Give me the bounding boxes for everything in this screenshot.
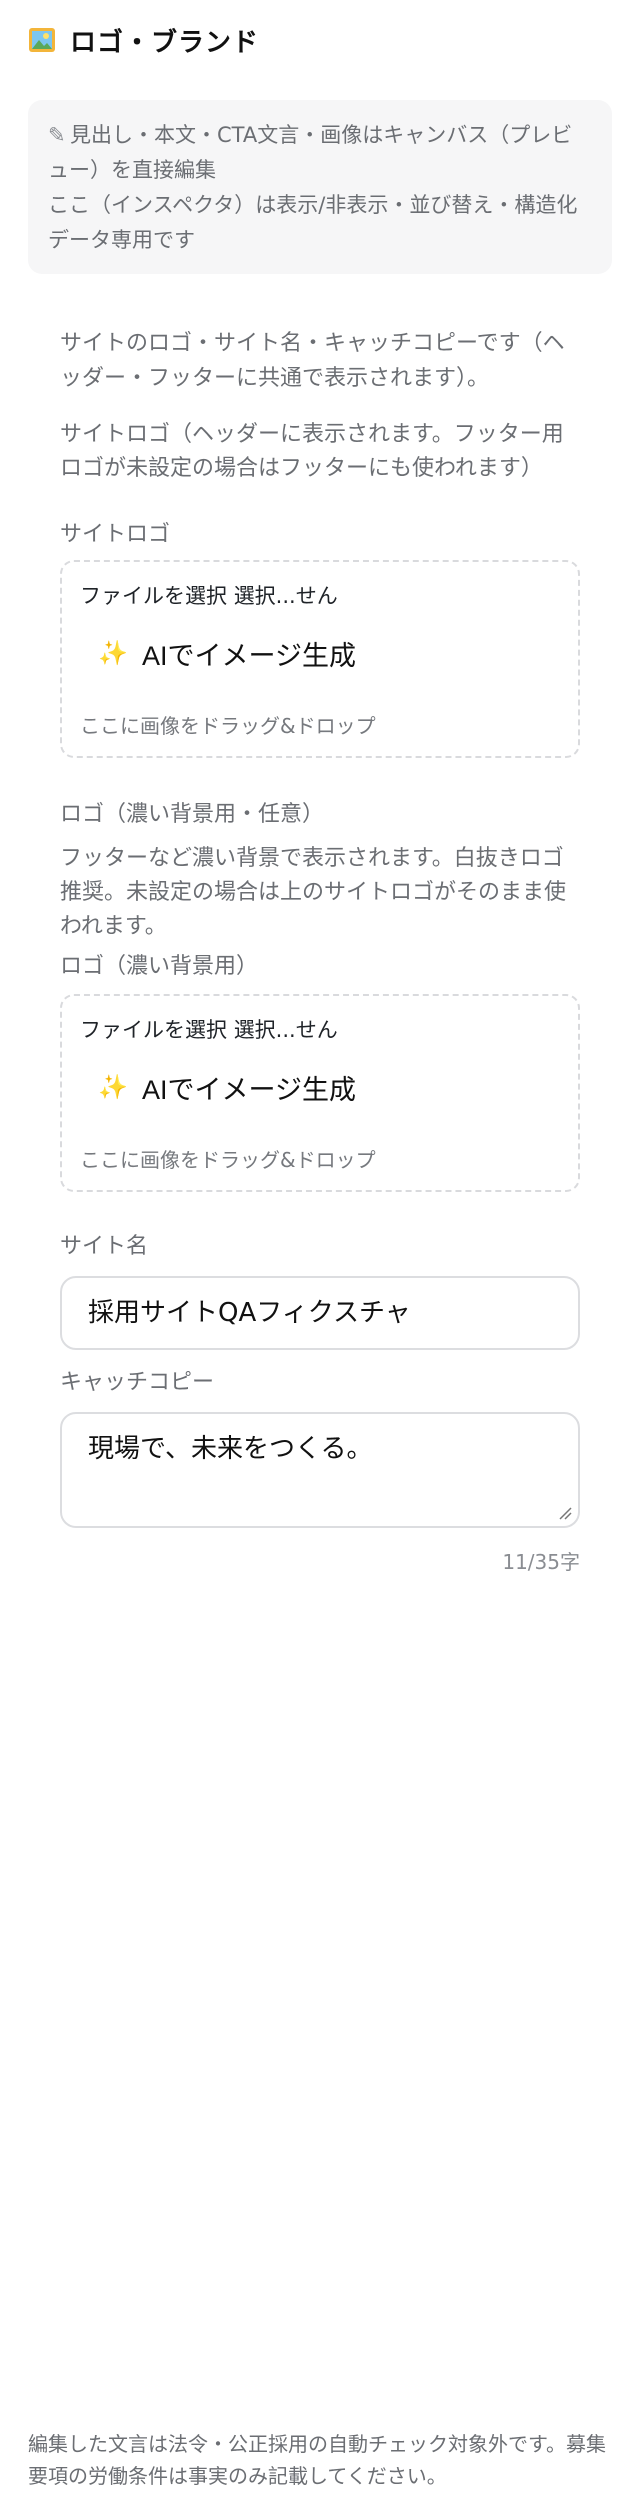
dark-logo-file-input[interactable]: ファイルを選択 選択...せん <box>80 1014 338 1044</box>
notice-line-1: ✎ 見出し・本文・CTA文言・画像はキャンバス（プレビュー）を直接編集 <box>48 118 592 188</box>
catchcopy-textarea[interactable]: 現場で、未来をつくる。 <box>60 1412 580 1528</box>
drop-hint: ここに画像をドラッグ&ドロップ <box>80 714 376 738</box>
file-status: 選択...せん <box>233 584 338 608</box>
pencil-icon: ✎ <box>48 123 66 147</box>
site-logo-description: サイトロゴ（ヘッダーに表示されます。フッター用ロゴが未設定の場合はフッターにも使… <box>60 422 564 481</box>
catchcopy-label: キャッチコピー <box>60 1370 215 1395</box>
picture-icon <box>28 27 56 53</box>
inspector-notice: ✎ 見出し・本文・CTA文言・画像はキャンバス（プレビュー）を直接編集 ここ（イン… <box>28 100 612 274</box>
section-title: ロゴ・ブランド <box>70 27 260 58</box>
footer-note: 編集した文言は法令・公正採用の自動チェック対象外です。募集要項の労働条件は事実の… <box>28 2432 606 2488</box>
notice-line-2: ここ（インスペクタ）は表示/非表示・並び替え・構造化データ専用です <box>48 193 578 252</box>
dark-logo-dropzone[interactable]: ファイルを選択 選択...せん ✨ AIでイメージ生成 ここに画像をドラッグ&ド… <box>60 994 580 1192</box>
catchcopy-value: 現場で、未来をつくる。 <box>88 1434 373 1464</box>
file-status: 選択...せん <box>233 1018 338 1042</box>
site-logo-file-input[interactable]: ファイルを選択 選択...せん <box>80 580 338 610</box>
drop-hint: ここに画像をドラッグ&ドロップ <box>80 1148 376 1172</box>
site-logo-dropzone[interactable]: ファイルを選択 選択...せん ✨ AIでイメージ生成 ここに画像をドラッグ&ド… <box>60 560 580 758</box>
char-count: 11/35字 <box>502 1550 580 1574</box>
dark-logo-label: ロゴ（濃い背景用） <box>60 954 259 979</box>
ai-generate-button[interactable]: ✨ AIでイメージ生成 <box>98 634 356 673</box>
dark-logo-description: フッターなど濃い背景で表示されます。白抜きロゴ推奨。未設定の場合は上のサイトロゴ… <box>60 846 567 939</box>
sparkle-icon: ✨ <box>98 640 128 667</box>
file-select-button[interactable]: ファイルを選択 <box>80 584 227 608</box>
section-header: ロゴ・ブランド <box>28 22 259 58</box>
site-name-label: サイト名 <box>60 1234 149 1259</box>
section-intro: サイトのロゴ・サイト名・キャッチコピーです（ヘッダー・フッターに共通で表示されま… <box>60 331 565 391</box>
ai-generate-button[interactable]: ✨ AIでイメージ生成 <box>98 1068 356 1107</box>
sparkle-icon: ✨ <box>98 1074 128 1101</box>
site-logo-label: サイトロゴ <box>60 522 171 547</box>
site-name-input[interactable]: 採用サイトQAフィクスチャ <box>60 1276 580 1350</box>
dark-logo-title: ロゴ（濃い背景用・任意） <box>60 802 325 827</box>
resize-handle-icon[interactable] <box>558 1506 572 1520</box>
file-select-button[interactable]: ファイルを選択 <box>80 1018 227 1042</box>
